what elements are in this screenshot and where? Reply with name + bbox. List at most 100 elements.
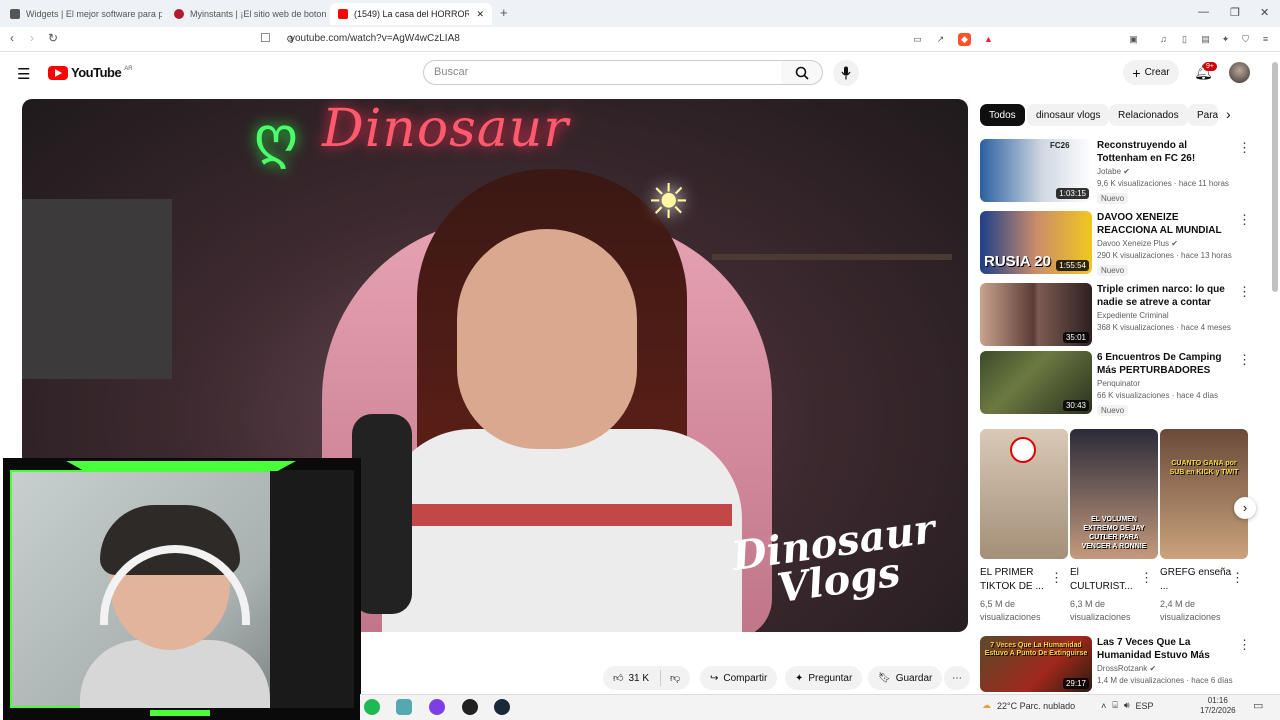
maximize-icon[interactable]: ❐ xyxy=(1230,6,1240,19)
video-title[interactable]: 6 Encuentros De Camping Más PERTURBADORE… xyxy=(1097,351,1235,377)
page-scrollbar[interactable] xyxy=(1272,62,1278,292)
bookmark-icon[interactable]: ☐ xyxy=(260,31,271,45)
youtube-logo[interactable]: YouTube AR xyxy=(48,65,133,80)
voice-search-button[interactable] xyxy=(833,60,859,86)
short-menu-icon[interactable]: ⋮ xyxy=(1050,570,1063,586)
video-thumbnail[interactable]: FC26 1:03:15 xyxy=(980,139,1092,202)
short-title[interactable]: EL PRIMER TIKTOK DE ... xyxy=(980,566,1052,594)
taskbar-clock[interactable]: 01:16 17/2/2026 xyxy=(1200,696,1236,716)
ask-button[interactable]: ✦ Preguntar xyxy=(785,666,863,690)
app-icon-maps[interactable] xyxy=(396,699,412,715)
video-thumbnail[interactable]: RUSIA 20 1:55:54 xyxy=(980,211,1092,274)
save-button[interactable]: 🔖︎ Guardar xyxy=(868,666,943,690)
app-icon-purple[interactable] xyxy=(429,699,445,715)
close-tab-icon[interactable]: ✕ xyxy=(476,9,484,20)
notification-center-icon[interactable]: ▭ xyxy=(1253,699,1263,712)
short-title[interactable]: GREFG enseña ... xyxy=(1160,566,1232,594)
video-menu-icon[interactable]: ⋮ xyxy=(1238,637,1251,653)
channel-name[interactable]: DrossRotzank ✔ xyxy=(1097,664,1235,673)
create-button[interactable]: + Crear xyxy=(1123,60,1179,85)
video-title[interactable]: Las 7 Veces Que La Humanidad Estuvo Más … xyxy=(1097,636,1235,662)
search-input[interactable]: Buscar xyxy=(423,60,782,85)
minimize-icon[interactable]: — xyxy=(1198,6,1209,18)
short-thumbnail[interactable]: EL VOLUMEN EXTREMO DE JAY CUTLER PARA VE… xyxy=(1070,429,1158,559)
channel-name[interactable]: Jotabe ✔ xyxy=(1097,167,1235,176)
video-thumbnail[interactable]: 7 Veces Que La Humanidad Estuvo A Punto … xyxy=(980,636,1092,692)
share-button[interactable]: ↪ Compartir xyxy=(700,666,778,690)
video-title[interactable]: Reconstruyendo al Tottenham en FC 26! xyxy=(1097,139,1235,165)
menu-icon[interactable]: ≡ xyxy=(1259,33,1272,46)
volume-icon[interactable]: 🔊︎ xyxy=(1124,700,1130,711)
vpn-icon[interactable]: ⛉ xyxy=(1239,33,1252,46)
thumbs-down-icon[interactable]: 👎︎ xyxy=(670,672,680,684)
clock-date: 17/2/2026 xyxy=(1200,706,1236,715)
video-menu-icon[interactable]: ⋮ xyxy=(1238,284,1251,300)
video-shirt-stripe xyxy=(402,504,732,526)
weather-text[interactable]: 22°C Parc. nublado xyxy=(997,701,1075,711)
wallet-icon[interactable]: ▤ xyxy=(1199,33,1212,46)
reload-icon[interactable]: ↻ xyxy=(48,31,58,45)
shorts-next-button[interactable]: › xyxy=(1234,497,1256,519)
close-window-icon[interactable]: ✕ xyxy=(1260,6,1269,19)
youtube-logo-text: YouTube xyxy=(71,65,122,80)
browser-tab-myinstants[interactable]: Myinstants | ¡El sitio web de botones xyxy=(166,4,326,23)
back-icon[interactable]: ‹ xyxy=(10,31,14,45)
spotify-icon[interactable] xyxy=(364,699,380,715)
channel-name[interactable]: Expediente Criminal xyxy=(1097,311,1235,320)
webcam-frame-bottom xyxy=(150,710,210,716)
chip-relacionados[interactable]: Relacionados xyxy=(1109,104,1188,126)
brave-rewards-icon[interactable]: ▲ xyxy=(982,33,995,46)
verified-icon: ✔ xyxy=(1123,167,1130,176)
video-thumbnail[interactable]: 30:43 xyxy=(980,351,1092,414)
short-views: 2,4 M de visualizaciones xyxy=(1160,599,1221,622)
search-button[interactable] xyxy=(781,60,823,85)
new-tab-icon[interactable]: + xyxy=(500,5,508,20)
chip-dinosaur-vlogs[interactable]: dinosaur vlogs xyxy=(1027,104,1110,126)
widgets-favicon-icon xyxy=(10,8,20,19)
video-menu-icon[interactable]: ⋮ xyxy=(1238,352,1251,368)
brave-shield-icon[interactable]: ◆ xyxy=(958,33,971,46)
video-title[interactable]: DAVOO XENEIZE REACCIONA AL MUNDIAL DE RU… xyxy=(1097,211,1235,237)
address-bar-url[interactable]: youtube.com/watch?v=AgW4wCzLIA8 xyxy=(290,33,460,44)
steam-icon[interactable] xyxy=(494,699,510,715)
more-actions-button[interactable]: ⋯ xyxy=(944,666,970,690)
video-menu-icon[interactable]: ⋮ xyxy=(1238,140,1251,156)
video-thumbnail[interactable]: 35:01 xyxy=(980,283,1092,346)
channel-name[interactable]: Penquinator xyxy=(1097,379,1235,388)
app-icon-obs[interactable] xyxy=(462,699,478,715)
video-title[interactable]: Triple crimen narco: lo que nadie se atr… xyxy=(1097,283,1235,309)
lang-indicator[interactable]: ESP xyxy=(1136,701,1154,711)
share-icon[interactable]: ↗ xyxy=(934,33,947,46)
tray-chevron-icon[interactable]: ˄ xyxy=(1101,701,1106,711)
forward-icon[interactable]: › xyxy=(30,31,34,45)
reader-icon[interactable]: ▣ xyxy=(1127,33,1140,46)
avatar[interactable] xyxy=(1229,62,1250,83)
like-button[interactable]: 👍︎ 31 K 👎︎ xyxy=(603,666,691,690)
video-bg-shelf-left xyxy=(22,199,172,379)
share-label: Compartir xyxy=(723,672,768,684)
thumbs-up-icon: 👍︎ xyxy=(613,673,624,684)
short-thumbnail[interactable] xyxy=(980,429,1068,559)
sidebar-icon[interactable]: ▯ xyxy=(1178,33,1191,46)
short-menu-icon[interactable]: ⋮ xyxy=(1231,570,1244,586)
short-thumbnail[interactable]: CUANTO GANA por SUB en KICK y TWIT xyxy=(1160,429,1248,559)
browser-tab-widgets[interactable]: Widgets | El mejor software para po xyxy=(2,4,162,23)
hamburger-menu-icon[interactable]: ☰ xyxy=(17,65,30,83)
chips-next-icon[interactable]: › xyxy=(1226,106,1231,122)
leo-icon[interactable]: ✦ xyxy=(1219,33,1232,46)
music-icon[interactable]: ♫ xyxy=(1157,33,1170,46)
video-menu-icon[interactable]: ⋮ xyxy=(1238,212,1251,228)
youtube-favicon-icon xyxy=(338,9,348,19)
chip-para[interactable]: Para xyxy=(1188,104,1218,126)
channel-name[interactable]: Davoo Xeneize Plus ✔ xyxy=(1097,239,1235,248)
short-menu-icon[interactable]: ⋮ xyxy=(1140,570,1153,586)
browser-tab-youtube[interactable]: (1549) La casa del HORROR c ✕ xyxy=(330,3,492,25)
new-badge: Nuevo xyxy=(1097,265,1129,276)
short-views: 6,5 M de visualizaciones xyxy=(980,599,1041,622)
tab-title: Myinstants | ¡El sitio web de botones xyxy=(190,8,326,19)
network-icon[interactable]: ⌸ xyxy=(1112,700,1117,711)
chip-todos[interactable]: Todos xyxy=(980,104,1025,126)
more-horizontal-icon: ⋯ xyxy=(952,672,962,684)
short-title[interactable]: El CULTURIST... xyxy=(1070,566,1142,594)
install-icon[interactable]: ▭ xyxy=(911,33,924,46)
